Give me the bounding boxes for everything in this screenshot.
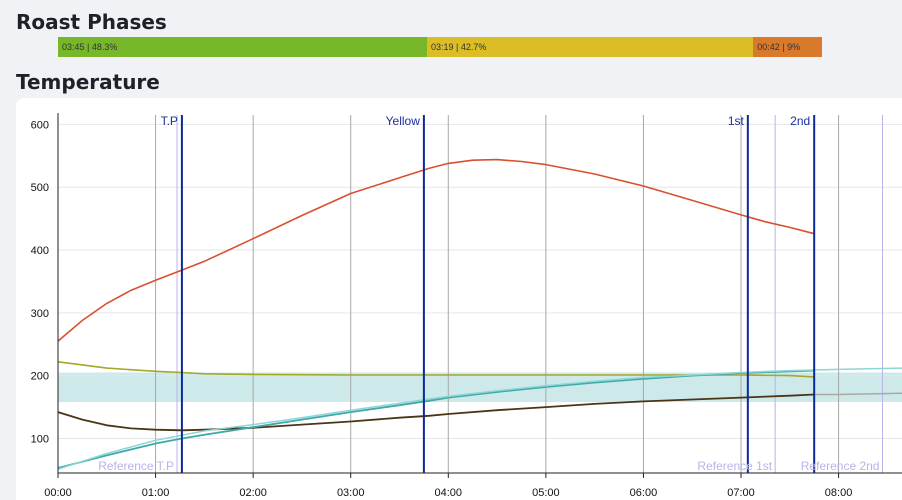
x-tick-label: 00:00	[44, 487, 72, 499]
y-tick-label: 100	[31, 433, 49, 445]
x-tick-label: 06:00	[630, 487, 658, 499]
x-tick-label: 03:00	[337, 487, 365, 499]
x-tick-label: 08:00	[825, 487, 853, 499]
temperature-title: Temperature	[16, 70, 160, 94]
y-tick-label: 500	[31, 182, 49, 194]
reference-event-label: Reference 1st	[697, 459, 772, 473]
event-label: T.P	[161, 114, 178, 128]
reference-event-label: Reference T.P	[98, 459, 174, 473]
x-tick-label: 07:00	[727, 487, 755, 499]
reference-event-label: Reference 2nd	[801, 459, 880, 473]
phase-segment-maillard[interactable]: 03:19 | 42.7%	[427, 37, 754, 57]
x-tick-label: 05:00	[532, 487, 560, 499]
x-tick-label: 01:00	[142, 487, 170, 499]
event-label: 2nd	[790, 114, 810, 128]
temperature-chart-card: T.P Yellow 1st 2nd Reference T.P Reference 1s…	[16, 98, 902, 500]
phase-segment-development[interactable]: 00:42 | 9%	[753, 37, 822, 57]
y-tick-label: 400	[31, 245, 49, 257]
y-tick-label: 300	[31, 308, 49, 320]
x-tick-label: 02:00	[239, 487, 267, 499]
event-label: Yellow	[386, 114, 421, 128]
phase-segment-drying[interactable]: 03:45 | 48.3%	[58, 37, 427, 57]
y-tick-label: 200	[31, 371, 49, 383]
y-tick-label: 600	[31, 119, 49, 131]
x-tick-label: 04:00	[435, 487, 463, 499]
roast-phases-bar: 03:45 | 48.3% 03:19 | 42.7% 00:42 | 9%	[58, 37, 822, 57]
event-label: 1st	[728, 114, 745, 128]
roast-phases-title: Roast Phases	[16, 10, 167, 34]
temperature-chart[interactable]: T.P Yellow 1st 2nd Reference T.P Reference 1s…	[16, 98, 902, 500]
